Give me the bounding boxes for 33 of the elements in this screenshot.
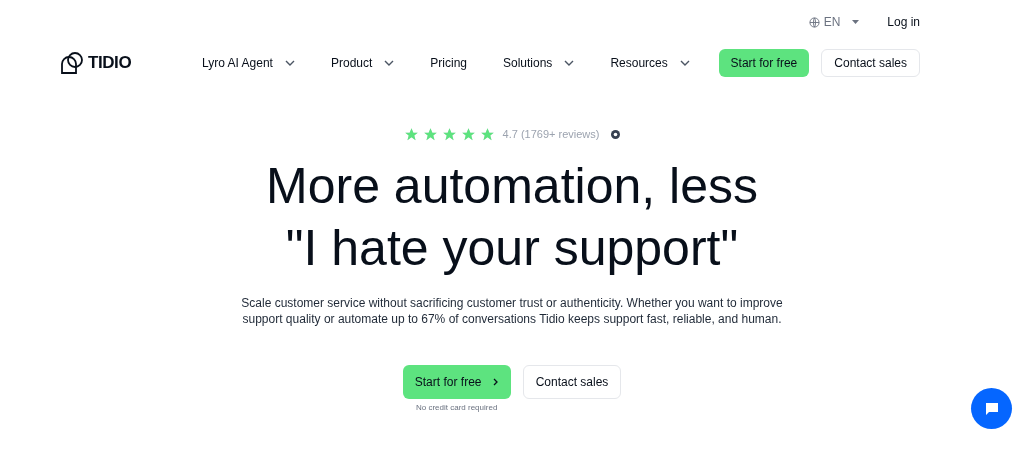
chat-button[interactable] (971, 388, 1012, 429)
login-link[interactable]: Log in (887, 13, 920, 31)
chat-icon (983, 400, 1000, 417)
chevron-down-icon (384, 60, 395, 66)
caret-icon (852, 20, 860, 24)
star-icon (479, 126, 495, 142)
review-site-icon (611, 129, 621, 139)
chevron-down-icon (679, 60, 690, 66)
rating-text: 4.7 (1769+ reviews) (502, 127, 600, 142)
hero-description: Scale customer service without sacrificing customer trust or authenticity. Whether you want to improve support quality or automate up to 67% of conversations Tidio keeps support fast, reliable, and human. (240, 294, 784, 327)
contact-sales-button[interactable]: Contact sales (522, 364, 622, 399)
star-icon (441, 126, 457, 142)
logo-icon (60, 51, 84, 75)
globe-icon (808, 16, 820, 28)
start-button[interactable]: Start for free (402, 364, 511, 399)
chevron-down-icon (284, 60, 295, 66)
nav-item[interactable]: Solutions (503, 54, 575, 72)
start-button[interactable]: Start for free (718, 49, 810, 77)
star-icon (460, 126, 476, 142)
contact-sales-button[interactable]: Contact sales (821, 49, 920, 77)
star-icon (422, 126, 438, 142)
no-credit-card-note: No credit card required (415, 401, 498, 414)
nav-item[interactable]: Pricing (430, 54, 467, 72)
nav-item[interactable]: Resources (610, 54, 690, 72)
chevron-down-icon (564, 60, 575, 66)
headline: "I hate your support" (285, 218, 739, 278)
nav-item[interactable]: Product (330, 54, 395, 72)
headline: More automation, less (266, 156, 758, 216)
star-icon (403, 126, 419, 142)
language-selector[interactable]: EN (808, 13, 860, 31)
chevron-right-icon (493, 377, 499, 386)
nav-item[interactable]: Lyro AI Agent (202, 54, 295, 72)
logo-text: TIDIO (88, 52, 132, 75)
